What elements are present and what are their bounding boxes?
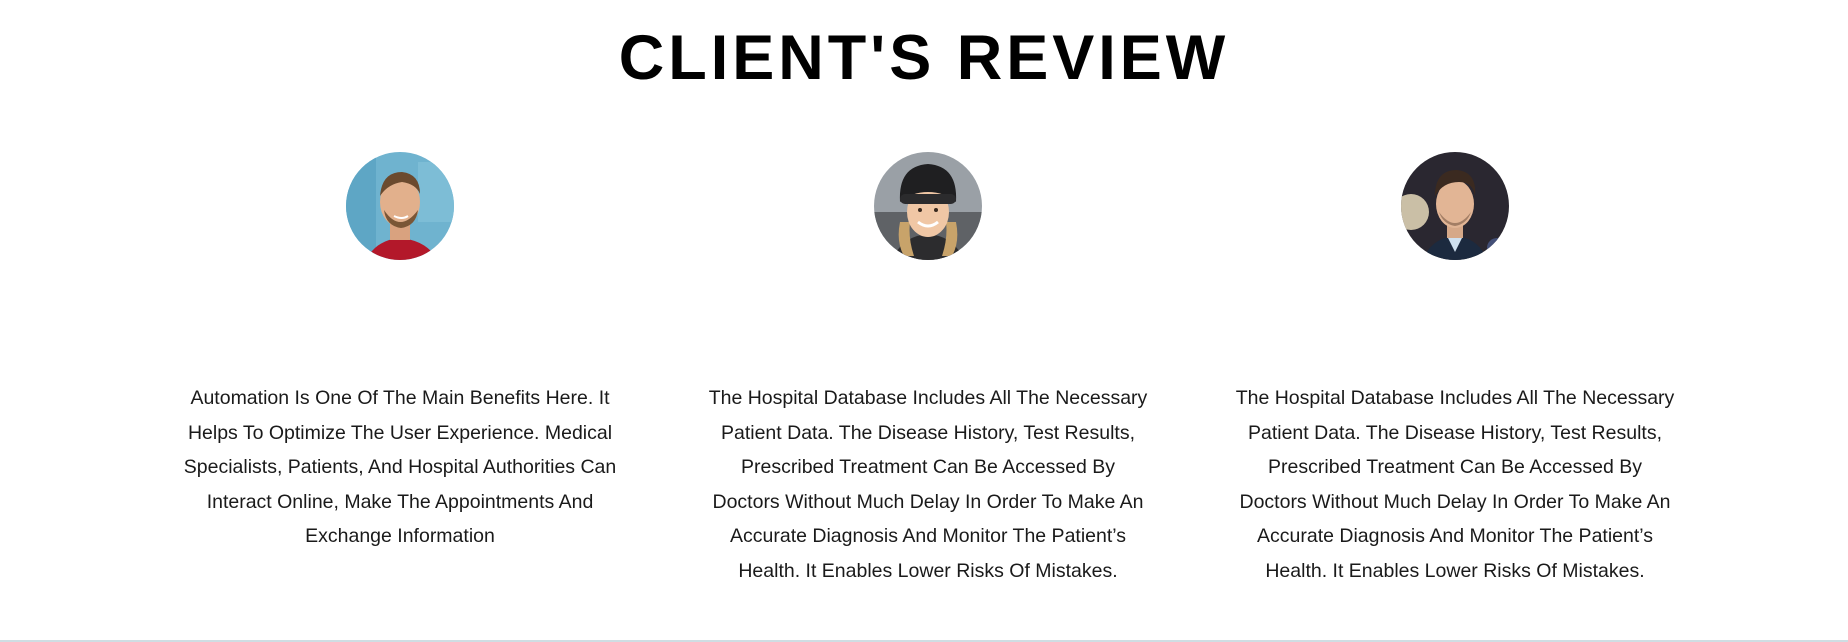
review-text: The Hospital Database Includes All The N… — [708, 387, 1148, 582]
avatar — [1401, 152, 1509, 260]
client-review-section: CLIENT'S REVIEW Automation Is One Of The… — [0, 0, 1848, 642]
review-card: Automation Is One Of The Main Benefits H… — [180, 152, 620, 547]
avatar — [346, 152, 454, 260]
review-text: The Hospital Database Includes All The N… — [1235, 387, 1675, 582]
review-card: The Hospital Database Includes All The N… — [1235, 152, 1675, 582]
review-card: The Hospital Database Includes All The N… — [708, 152, 1148, 582]
section-title: CLIENT'S REVIEW — [618, 23, 1230, 93]
woman-beanie-photo-icon — [874, 152, 982, 260]
man-dark-background-photo-icon — [1401, 152, 1509, 260]
review-text: Automation Is One Of The Main Benefits H… — [183, 387, 617, 548]
avatar — [874, 152, 982, 260]
bearded-man-photo-icon — [346, 152, 454, 260]
